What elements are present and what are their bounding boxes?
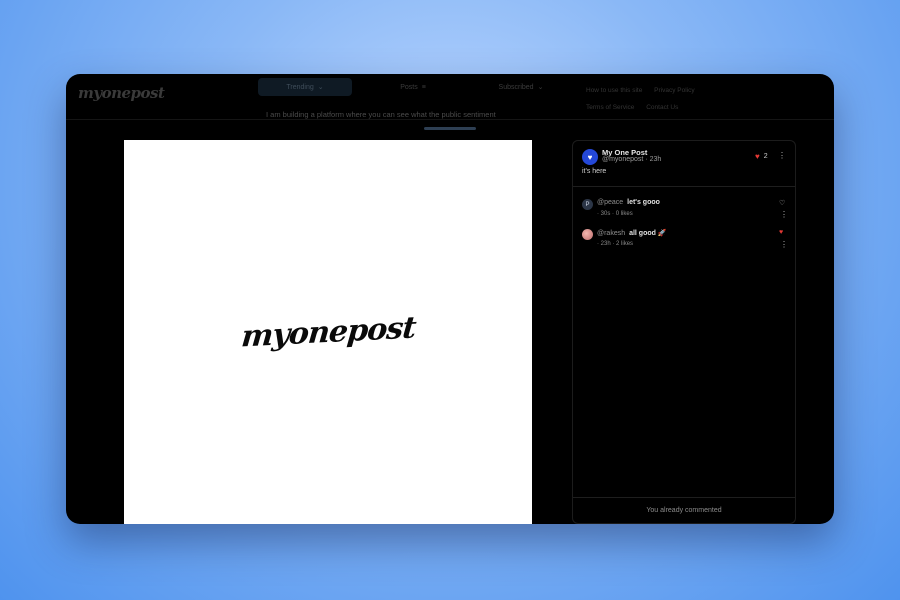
comment-content: @rakesh all good 🚀 [597,229,667,237]
tab-subscribed[interactable]: Subscribed ⌄ [474,78,568,96]
feed-tabs: Trending ⌄ Posts ≡ Subscribed ⌄ [258,78,568,96]
tab-label: Posts [400,83,418,91]
link-terms[interactable]: Terms of Service [586,104,634,111]
post-header: ♥ My One Post @myonepost · 23h ♥ 2 ⋮ it'… [573,141,795,187]
post-like-button[interactable]: ♥ 2 [755,152,768,161]
comment-more-options-icon[interactable]: ⋮ [780,240,788,249]
top-header: myonepost Trending ⌄ Posts ≡ Subscribed … [66,74,834,120]
comment-text: let's gooo [627,199,660,206]
comment-username[interactable]: @peace [597,199,623,206]
tab-label: Subscribed [498,83,534,91]
tab-trending[interactable]: Trending ⌄ [258,78,352,96]
link-privacy[interactable]: Privacy Policy [654,87,694,94]
avatar[interactable]: ♥ [582,149,598,165]
heart-outline-icon[interactable]: ♡ [779,199,785,207]
tab-posts[interactable]: Posts ≡ [366,78,460,96]
avatar[interactable]: R [582,229,593,240]
post-text: it's here [582,168,607,175]
avatar-initial: R [585,232,589,238]
comment-item: R @rakesh all good 🚀 · 23h · 2 likes ♥ ⋮ [573,223,795,253]
chevron-down-icon: ⌄ [537,84,544,91]
comment-content: @peace let's gooo [597,199,660,206]
post-like-count: 2 [763,153,768,160]
post-time: 23h [649,156,662,163]
avatar-initial: P [585,201,590,208]
post-meta: @myonepost · 23h [602,156,661,163]
avatar[interactable]: P [582,199,593,210]
comment-time: 30s [600,211,611,217]
already-commented-text: You already commented [646,507,722,514]
post-image-logo: myonepost [239,310,417,354]
post-detail-panel: ♥ My One Post @myonepost · 23h ♥ 2 ⋮ it'… [572,140,796,524]
link-how-to-use[interactable]: How to use this site [586,87,642,94]
comment-username[interactable]: @rakesh [597,230,625,237]
comment-likes: 2 likes [616,241,634,247]
comment-meta: · 30s · 0 likes [597,211,633,217]
comment-status-footer: You already commented [573,497,795,523]
comment-item: P @peace let's gooo · 30s · 0 likes ♡ ⋮ [573,193,795,223]
header-links: How to use this site Privacy Policy Term… [586,82,705,116]
site-logo[interactable]: myonepost [78,84,165,102]
heart-filled-icon[interactable]: ♥ [779,229,783,236]
filter-icon: ≡ [421,83,426,91]
comment-time: 23h [600,241,611,247]
comment-text: all good 🚀 [629,230,667,237]
tagline: I am building a platform where you can s… [266,110,496,119]
post-handle[interactable]: @myonepost [602,156,643,163]
tab-label: Trending [286,83,314,91]
avatar-logo-icon: ♥ [587,152,593,162]
comment-more-options-icon[interactable]: ⋮ [780,210,788,219]
heart-filled-icon: ♥ [755,152,760,161]
chevron-down-icon: ⌄ [317,84,324,91]
link-contact[interactable]: Contact Us [646,104,678,111]
post-more-options-icon[interactable]: ⋮ [778,151,786,160]
post-image[interactable]: myonepost [124,140,532,524]
comment-meta: · 23h · 2 likes [597,241,634,247]
comment-likes: 0 likes [615,211,633,217]
app-window: myonepost Trending ⌄ Posts ≡ Subscribed … [66,74,834,524]
drag-handle[interactable] [424,127,476,130]
